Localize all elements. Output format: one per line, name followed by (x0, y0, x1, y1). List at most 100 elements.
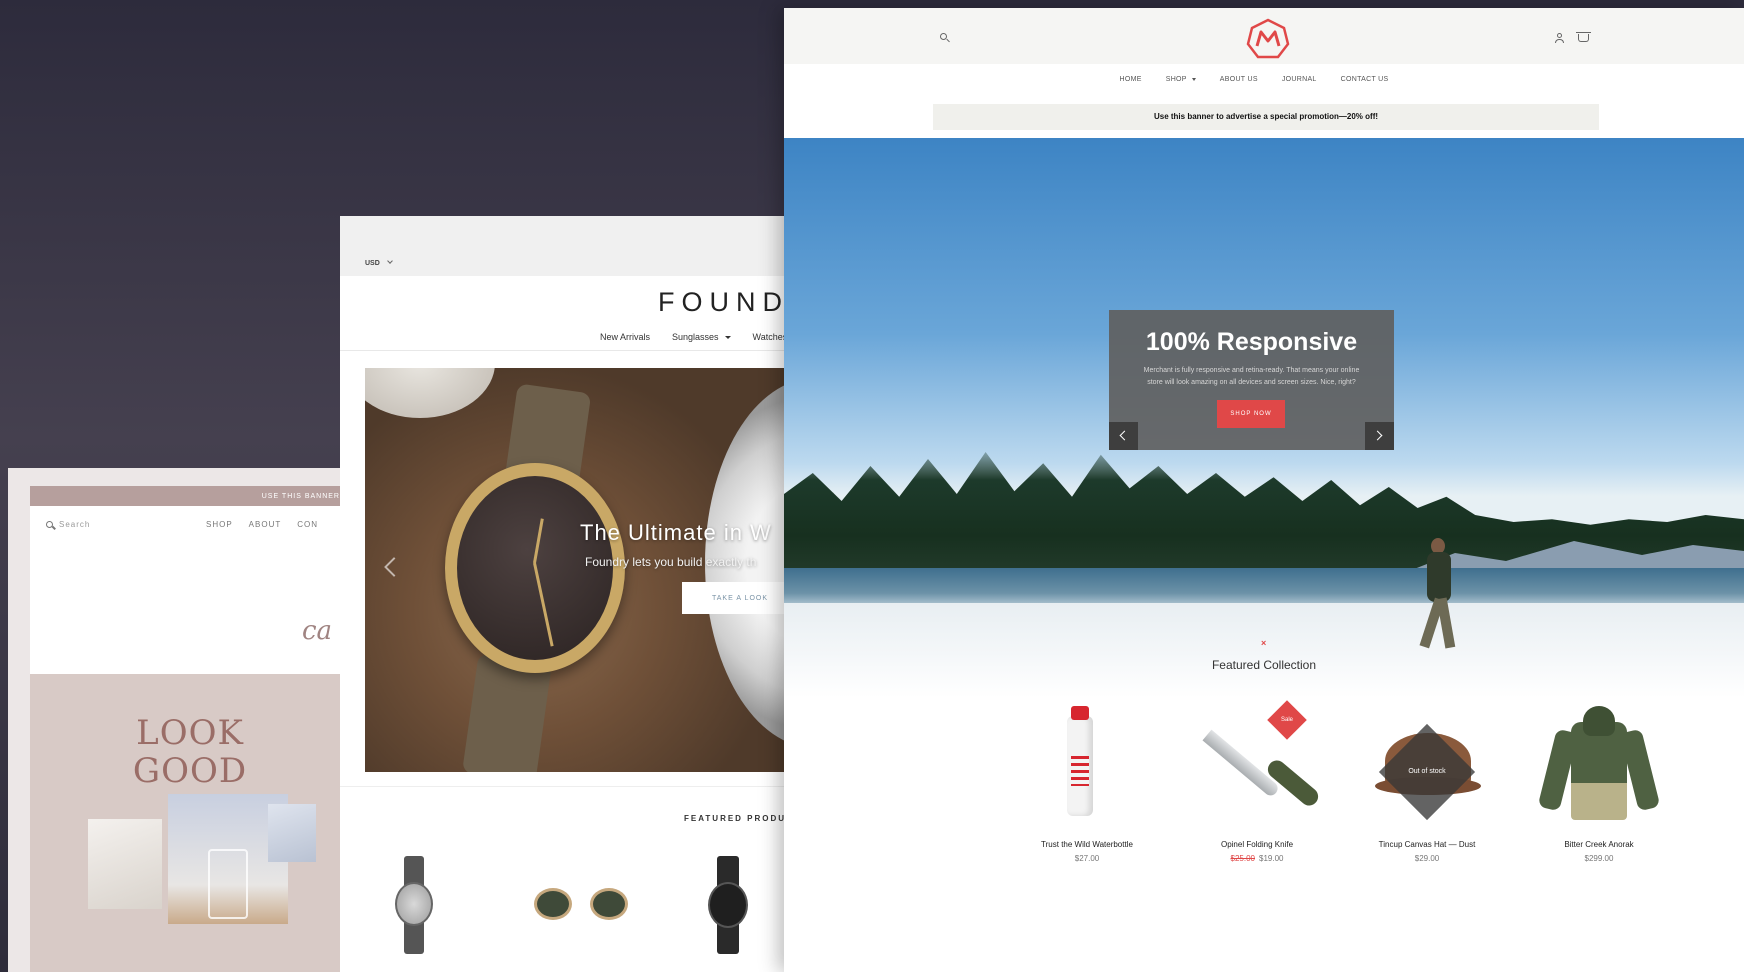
nav-item-shop[interactable]: SHOP (1166, 76, 1196, 83)
nav-label: Watches (752, 332, 788, 342)
hero-subtext: Foundry lets you build exactly th (585, 555, 757, 569)
watch-face-image (395, 882, 433, 926)
compare-at-price: $25.00 (1230, 854, 1255, 863)
product-name[interactable]: Tincup Canvas Hat — Dust (1347, 840, 1507, 849)
chevron-left-icon (1119, 430, 1130, 441)
header-nav: Search SHOP ABOUT CON (30, 506, 340, 542)
hero-photo-ornament (268, 804, 316, 862)
nav-item-sunglasses[interactable]: Sunglasses (672, 332, 731, 342)
main-nav: HOME SHOP ABOUT US JOURNAL CONTACT US (784, 76, 1744, 83)
hero-title: LOOK GOOD (132, 713, 248, 791)
slide-text: Merchant is fully responsive and retina-… (1143, 367, 1360, 386)
sale-badge-label: Sale (1280, 717, 1293, 723)
product-price: $29.00 (1414, 854, 1440, 863)
utility-bar (340, 216, 790, 276)
currency-selector[interactable]: USD (365, 258, 393, 267)
announcement-bar: USE THIS BANNER (30, 486, 340, 506)
store-logo-icon[interactable] (1246, 18, 1290, 60)
product-card[interactable]: Trust the Wild Waterbottle $27.00 (1007, 698, 1167, 878)
sale-badge: Sale (1267, 700, 1307, 740)
jacket-hood (1583, 706, 1615, 736)
product-price-row: $27.00 (1007, 854, 1167, 863)
watch-face-image (708, 882, 748, 928)
caret-down-icon (724, 336, 731, 340)
nav-links: SHOP ABOUT CON (206, 520, 318, 529)
slide-prev-icon[interactable] (384, 557, 404, 577)
hero-photo-towels (88, 819, 162, 909)
hiker-body (1427, 552, 1451, 602)
hero-slideshow: The Ultimate in W Foundry lets you build… (365, 368, 790, 772)
jacket-body (1571, 722, 1627, 820)
shop-now-button[interactable]: SHOP NOW (1217, 400, 1285, 428)
divider (340, 786, 790, 787)
product-card[interactable]: Bitter Creek Anorak $299.00 (1519, 698, 1679, 878)
waterbottle-image (1067, 706, 1093, 816)
search-field[interactable]: Search (46, 520, 206, 529)
out-of-stock-label: Out of stock (1408, 768, 1446, 775)
snow-image (784, 603, 1744, 698)
search-icon[interactable] (940, 33, 947, 40)
hero-headline: The Ultimate in W (580, 520, 772, 545)
nav-label: SHOP (1165, 76, 1187, 83)
nav-item-shop[interactable]: SHOP (206, 520, 233, 529)
nav-item-about[interactable]: ABOUT (249, 520, 282, 529)
product-name[interactable]: Bitter Creek Anorak (1519, 840, 1679, 849)
sunglasses-lens-image (534, 888, 572, 920)
foundry-theme-preview: USD FOUNDR New Arrivals Sunglasses Watch… (340, 216, 790, 972)
main-nav: New Arrivals Sunglasses Watches (600, 332, 790, 342)
nav-item-contact-us[interactable]: CONTACT US (1341, 76, 1389, 83)
nav-item-journal[interactable]: JOURNAL (1282, 76, 1317, 83)
product-watch-silver[interactable] (395, 856, 433, 954)
bottle-cap (1071, 706, 1089, 720)
look-good-theme-preview: USE THIS BANNER Search SHOP ABOUT CON ca… (8, 468, 340, 972)
product-price: $27.00 (1074, 854, 1100, 863)
chevron-down-icon (386, 258, 393, 264)
product-name[interactable]: Trust the Wild Waterbottle (1007, 840, 1167, 849)
sunglasses-lens-image (590, 888, 628, 920)
divider (340, 350, 790, 351)
nav-item-home[interactable]: HOME (1120, 76, 1142, 83)
product-name[interactable]: Opinel Folding Knife (1177, 840, 1337, 849)
product-card[interactable]: Sale Opinel Folding Knife $25.00 $19.00 (1177, 698, 1337, 878)
script-logo: ca (302, 616, 333, 646)
product-image: Sale (1177, 698, 1337, 828)
nav-item-about-us[interactable]: ABOUT US (1220, 76, 1258, 83)
caret-down-icon (1191, 77, 1196, 81)
slide-title: 100% Responsive (1145, 328, 1358, 356)
search-placeholder: Search (59, 519, 91, 529)
product-price: $19.00 (1259, 854, 1284, 863)
product-image (1519, 698, 1679, 828)
account-icon-body (1555, 39, 1564, 43)
account-icon-head (1557, 33, 1562, 38)
slide-caption: 100% Responsive Merchant is fully respon… (1109, 310, 1394, 450)
slide-next-button[interactable] (1365, 422, 1394, 450)
hiker-leg (1436, 597, 1456, 649)
currency-value: USD (365, 260, 380, 267)
search-icon (46, 520, 53, 528)
hero-banner[interactable]: LOOK GOOD (30, 674, 340, 972)
hiker-image (1409, 538, 1469, 653)
product-price: $299.00 (1584, 854, 1614, 863)
take-a-look-button[interactable]: TAKE A LOOK (682, 582, 790, 614)
nav-item-contact[interactable]: CON (297, 520, 318, 529)
look-good-page: USE THIS BANNER Search SHOP ABOUT CON ca… (30, 486, 340, 972)
anorak-image (1537, 706, 1661, 824)
account-icon[interactable] (1554, 33, 1564, 43)
product-price-row: $29.00 (1347, 854, 1507, 863)
product-watch-black[interactable] (708, 856, 748, 954)
glass-image (208, 849, 248, 919)
store-logo[interactable]: FOUNDR (658, 287, 790, 318)
product-price-row: $25.00 $19.00 (1177, 854, 1337, 863)
product-image (1007, 698, 1167, 828)
nav-label: Sunglasses (672, 332, 719, 342)
nav-item-new-arrivals[interactable]: New Arrivals (600, 332, 650, 342)
product-image: Out of stock (1347, 698, 1507, 828)
slide-prev-button[interactable] (1109, 422, 1138, 450)
product-card[interactable]: Out of stock Tincup Canvas Hat — Dust $2… (1347, 698, 1507, 878)
out-of-stock-badge: Out of stock (1378, 723, 1476, 821)
product-sunglasses[interactable] (528, 876, 636, 926)
promo-banner[interactable]: Use this banner to advertise a special p… (933, 104, 1599, 130)
cart-icon[interactable] (1576, 32, 1591, 42)
section-marker-icon: × (1261, 638, 1267, 648)
product-price-row: $299.00 (1519, 854, 1679, 863)
